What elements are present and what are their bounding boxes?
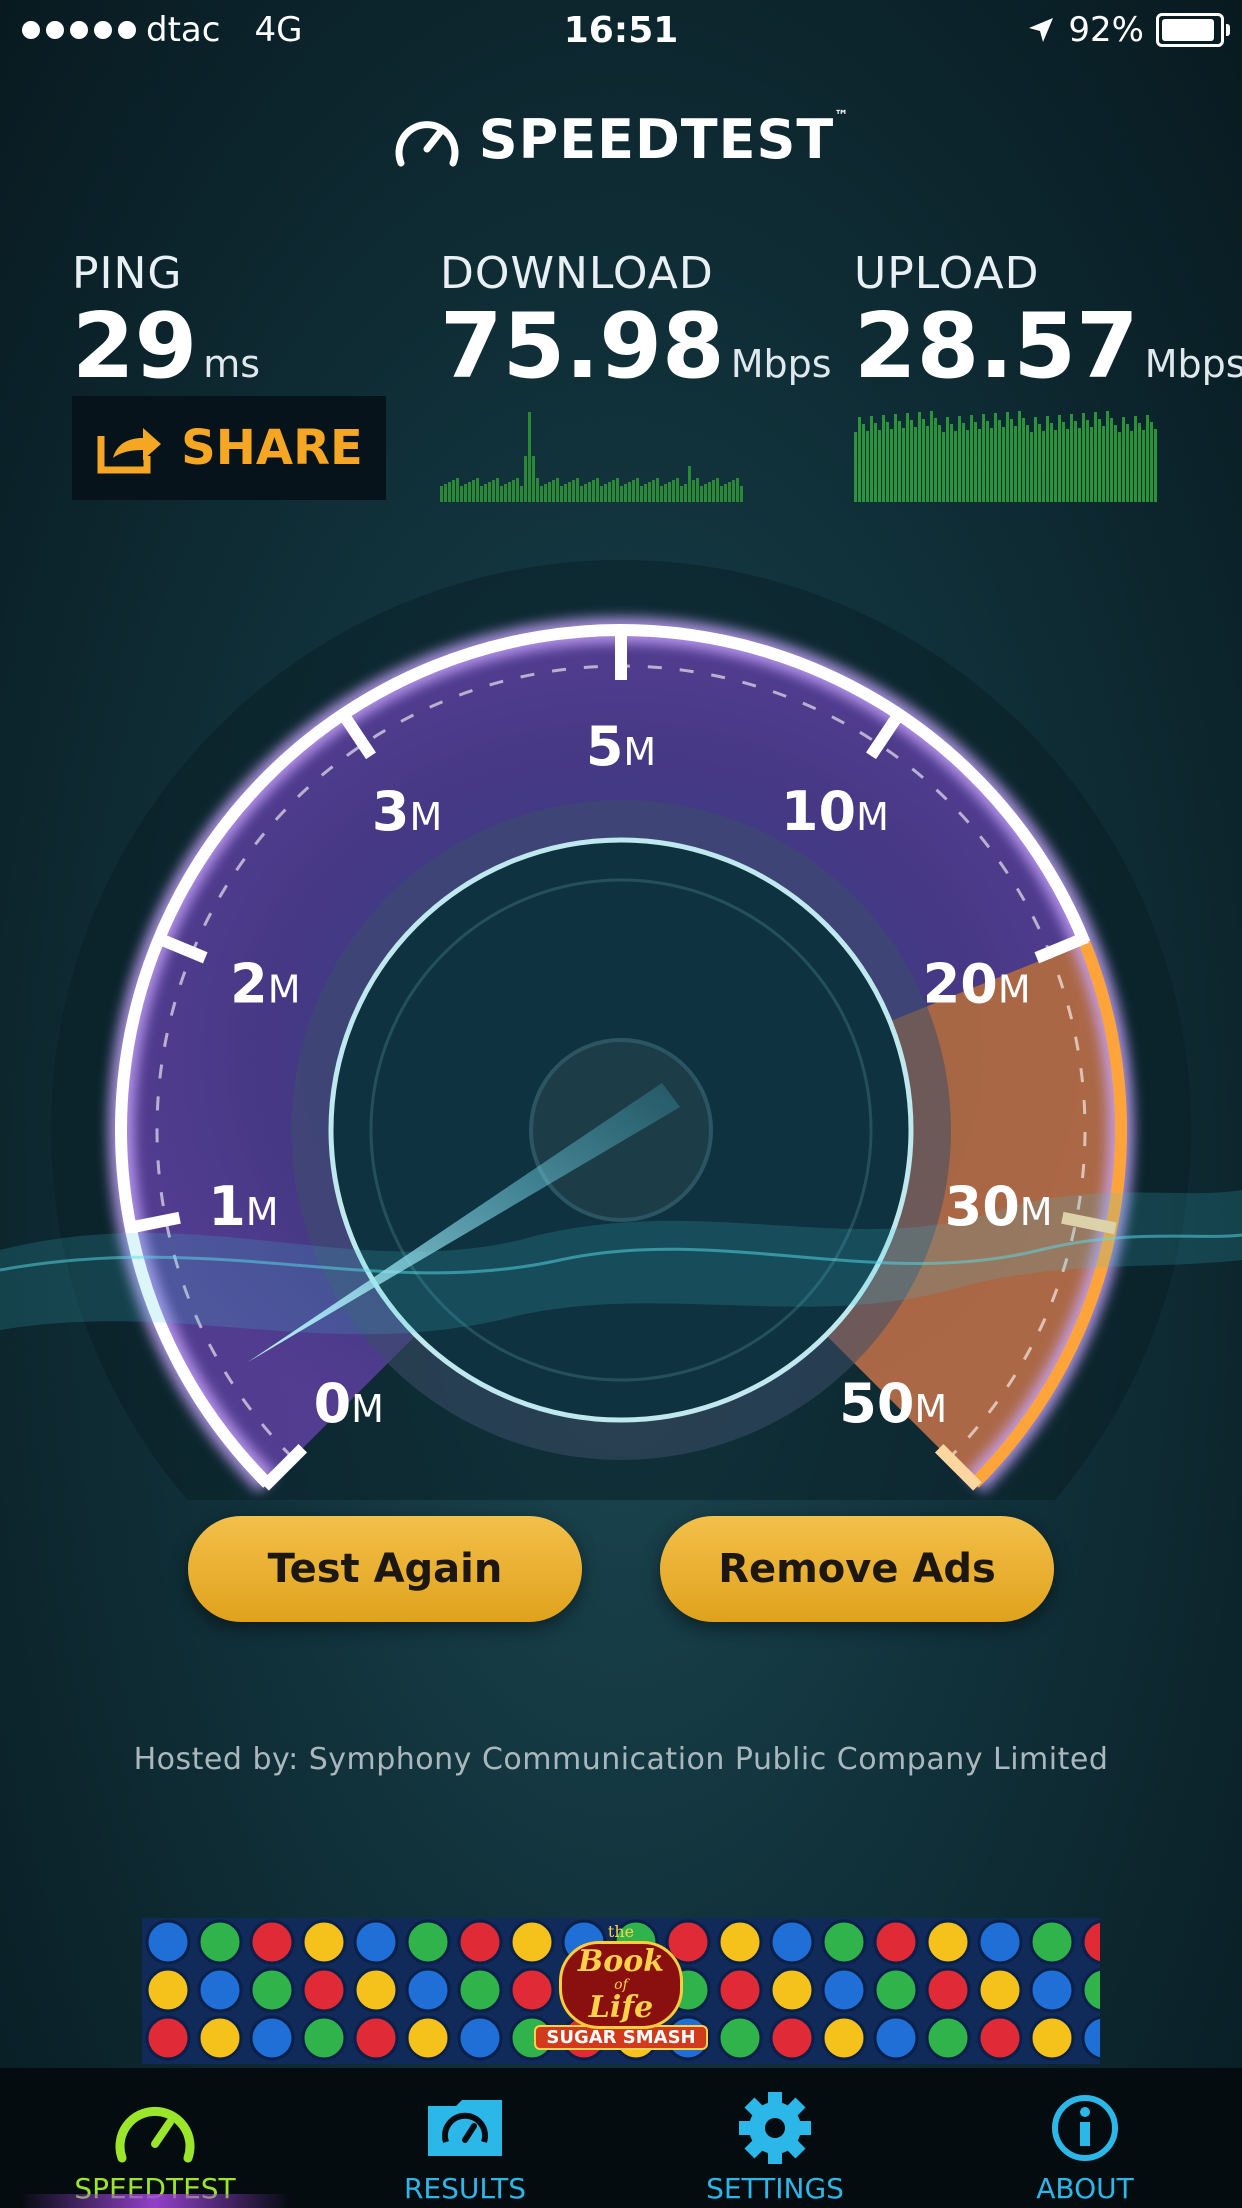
gear-icon — [739, 2092, 811, 2164]
ping-unit: ms — [203, 342, 261, 386]
active-tab-indicator — [20, 2194, 290, 2208]
ad-logo-the: the — [607, 1922, 635, 1941]
hosted-by-text: Hosted by: Symphony Communication Public… — [133, 1742, 1109, 1777]
upload-unit: Mbps — [1144, 342, 1242, 386]
download-graph — [440, 412, 743, 502]
tab-results-label: RESULTS — [403, 2172, 527, 2205]
ad-logo-banner: SUGAR SMASH — [534, 2025, 708, 2050]
status-right: 92% — [1026, 10, 1230, 50]
status-bar: dtac 4G 16:51 92% — [0, 0, 1242, 62]
info-icon — [1052, 2095, 1118, 2161]
tab-bar: SPEEDTEST RESULTS SETTINGS ABOUT — [0, 2068, 1242, 2208]
ad-banner[interactable]: the Book of Life SUGAR SMASH — [142, 1918, 1100, 2064]
upload-value-row: 28.57 Mbps — [854, 299, 1242, 412]
speedometer-icon — [115, 2106, 195, 2163]
tab-settings-label: SETTINGS — [706, 2172, 844, 2205]
download-value-row: 75.98 Mbps — [440, 299, 832, 412]
battery-icon — [1156, 13, 1230, 47]
ping-value: 29 — [72, 294, 198, 399]
ad-logo-book: Book — [577, 1944, 665, 1979]
tab-settings[interactable]: SETTINGS — [620, 2068, 930, 2208]
download-value: 75.98 — [440, 294, 725, 399]
upload-graph — [854, 411, 1157, 502]
share-label: SHARE — [181, 420, 363, 476]
download-metric: DOWNLOAD 75.98 Mbps — [440, 248, 832, 412]
speed-gauge: 0M1M2M3M5M10M20M30M50M — [0, 560, 1242, 1500]
folder-icon — [428, 2100, 502, 2156]
app-header: SPEEDTEST™ — [0, 108, 1242, 171]
download-unit: Mbps — [730, 342, 832, 386]
ping-metric: PING 29 ms — [72, 248, 260, 412]
share-button[interactable]: SHARE — [72, 396, 386, 500]
share-icon — [97, 428, 162, 474]
remove-ads-button[interactable]: Remove Ads — [660, 1516, 1054, 1622]
download-label: DOWNLOAD — [440, 248, 714, 299]
upload-value: 28.57 — [854, 294, 1139, 399]
tab-about-label: ABOUT — [1036, 2172, 1134, 2205]
app-title: SPEEDTEST™ — [478, 108, 850, 171]
ad-logo: the Book of Life SUGAR SMASH — [521, 1922, 721, 2062]
tab-about[interactable]: ABOUT — [930, 2068, 1240, 2208]
ping-label: PING — [72, 248, 183, 299]
ad-logo-life: Life — [588, 1990, 654, 2025]
speedometer-logo-icon — [395, 120, 459, 166]
battery-percent: 92% — [1068, 10, 1144, 50]
upload-metric: UPLOAD 28.57 Mbps — [854, 248, 1242, 412]
location-arrow-icon — [1029, 18, 1054, 42]
tab-results[interactable]: RESULTS — [310, 2068, 620, 2208]
tab-speedtest[interactable]: SPEEDTEST — [0, 2068, 310, 2208]
upload-label: UPLOAD — [854, 248, 1040, 299]
test-again-button[interactable]: Test Again — [188, 1516, 582, 1622]
